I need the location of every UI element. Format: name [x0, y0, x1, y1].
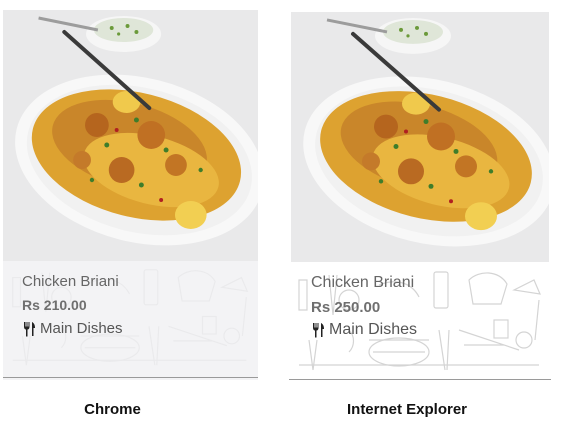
product-card-ie[interactable]: Chicken Briani Rs 250.00 Main Dishes: [289, 0, 551, 380]
product-card-chrome[interactable]: Chicken Briani Rs 210.00 Main Dishes: [3, 0, 258, 380]
product-image[interactable]: [3, 10, 258, 261]
caption-internet-explorer: Internet Explorer: [346, 401, 468, 418]
card-divider: [289, 379, 551, 380]
card-divider: [3, 377, 258, 378]
product-category[interactable]: Main Dishes: [22, 320, 123, 337]
product-info: Chicken Briani Rs 210.00 Main Dishes: [3, 261, 258, 380]
product-price: Rs 210.00: [22, 297, 87, 313]
product-category[interactable]: Main Dishes: [311, 321, 417, 339]
product-title[interactable]: Chicken Briani: [311, 274, 414, 292]
product-price: Rs 250.00: [311, 299, 381, 316]
product-image[interactable]: [291, 12, 549, 262]
caption-chrome: Chrome: [84, 401, 141, 418]
product-title[interactable]: Chicken Briani: [22, 273, 119, 290]
fork-knife-icon: [311, 322, 325, 338]
fork-knife-icon: [22, 321, 36, 337]
category-label: Main Dishes: [329, 321, 418, 338]
category-label: Main Dishes: [40, 320, 123, 337]
product-info: Chicken Briani Rs 250.00 Main Dishes: [289, 261, 551, 380]
